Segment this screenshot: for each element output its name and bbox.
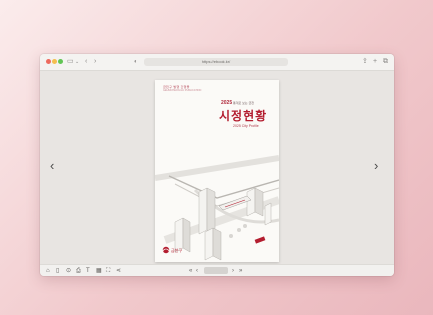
bookmark-icon[interactable]: ▯ bbox=[56, 266, 59, 276]
grid-icon[interactable]: ▦ bbox=[96, 266, 102, 276]
shield-icon[interactable]: ◐ bbox=[134, 56, 138, 68]
tabs-icon[interactable]: ⧉ bbox=[383, 56, 388, 68]
share-icon[interactable]: ⋖ bbox=[116, 266, 121, 276]
title-bar: ▭ ⌄ ‹ › ◐ https://ebook.kr/ ⇪ + ⧉ bbox=[40, 54, 394, 71]
sidebar-icon[interactable]: ▭ bbox=[67, 56, 74, 68]
forward-icon[interactable]: › bbox=[94, 56, 96, 68]
back-icon[interactable]: ‹ bbox=[85, 56, 87, 68]
minimize-window-button[interactable] bbox=[52, 59, 57, 64]
fullscreen-icon[interactable]: ⛶ bbox=[106, 266, 110, 276]
page-number-input[interactable] bbox=[204, 267, 228, 274]
last-page-icon[interactable]: » bbox=[239, 266, 242, 276]
new-tab-icon[interactable]: + bbox=[373, 56, 377, 68]
chevron-down-icon[interactable]: ⌄ bbox=[75, 56, 79, 68]
next-page-icon[interactable]: › bbox=[232, 266, 234, 276]
prev-page-icon[interactable]: ‹ bbox=[196, 266, 198, 276]
first-page-icon[interactable]: « bbox=[189, 266, 192, 276]
prev-page-arrow[interactable]: ‹ bbox=[50, 159, 54, 173]
share-icon[interactable]: ⇪ bbox=[362, 56, 368, 68]
url-bar[interactable]: https://ebook.kr/ bbox=[144, 58, 288, 66]
city-illustration bbox=[155, 155, 279, 261]
publisher-name: 금천구 bbox=[171, 248, 183, 253]
viewer-area: ‹ › 금천구 발행 간행물 GEUMCHEON-GU PUBLICATION … bbox=[40, 71, 394, 264]
maximize-window-button[interactable] bbox=[58, 59, 63, 64]
viewer-toolbar: ⌂ ▯ ⊙ ⎙ T ▦ ⛶ ⋖ « ‹ › » bbox=[40, 264, 394, 276]
print-icon[interactable]: ⎙ bbox=[76, 266, 81, 276]
text-icon[interactable]: T bbox=[86, 266, 90, 276]
next-page-arrow[interactable]: › bbox=[374, 159, 378, 173]
home-icon[interactable]: ⌂ bbox=[46, 266, 50, 276]
close-window-button[interactable] bbox=[46, 59, 51, 64]
browser-window: ▭ ⌄ ‹ › ◐ https://ebook.kr/ ⇪ + ⧉ ‹ › 금천… bbox=[40, 54, 394, 276]
book-cover[interactable]: 금천구 발행 간행물 GEUMCHEON-GU PUBLICATION 2025… bbox=[155, 80, 279, 262]
search-icon[interactable]: ⊙ bbox=[66, 266, 71, 276]
